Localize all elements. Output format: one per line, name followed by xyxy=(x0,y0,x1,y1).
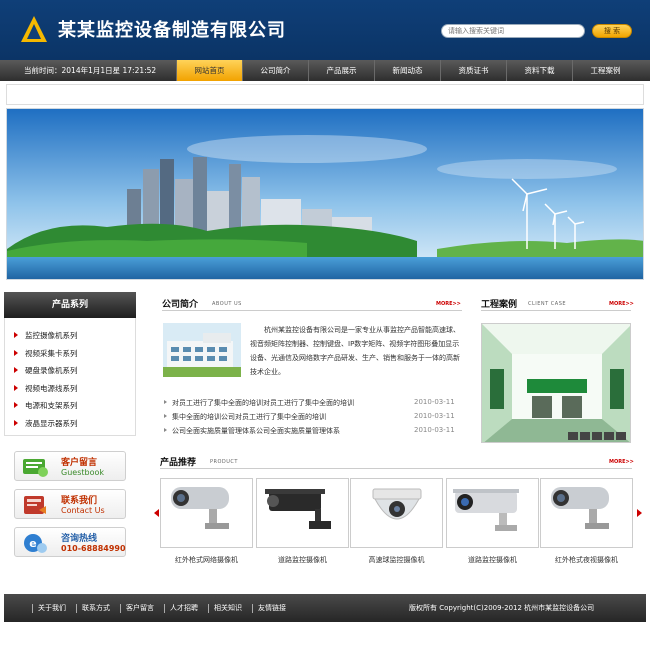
scroll-right-icon[interactable] xyxy=(637,509,642,517)
bullet-camera-icon xyxy=(453,489,519,531)
footer-separator xyxy=(164,604,165,613)
sidebar-item-capture-cards[interactable]: 视频采集卡系列 xyxy=(14,348,78,359)
footer-link-guestbook[interactable]: 客户留言 xyxy=(126,594,154,622)
product-card[interactable] xyxy=(446,478,539,548)
box-camera-icon xyxy=(265,489,331,529)
product-card[interactable] xyxy=(350,478,443,548)
footer-separator xyxy=(252,604,253,613)
about-subtitle: ABOUT US xyxy=(212,301,242,307)
contact-us-subtitle: Contact Us xyxy=(61,506,105,515)
news-item[interactable]: 公司全面实施质量管理体系公司全面实施质量管理体系 xyxy=(164,426,340,436)
about-description: 杭州某监控设备有限公司是一家专业从事监控产品智能高速球、视音频矩阵控制器、控制键… xyxy=(250,326,460,376)
news-date: 2010-03-11 xyxy=(414,412,455,420)
footer-link-about[interactable]: 关于我们 xyxy=(38,594,66,622)
footer: 关于我们 联系方式 客户留言 人才招聘 相关知识 友情链接 版权所有 Copyr… xyxy=(4,594,646,622)
footer-separator xyxy=(120,604,121,613)
product-card[interactable] xyxy=(256,478,349,548)
bullet-icon xyxy=(164,400,167,404)
sub-nav-bar xyxy=(6,84,644,105)
bullet-icon xyxy=(164,428,167,432)
guestbook-subtitle: Guestbook xyxy=(61,468,104,477)
contact-book-icon xyxy=(24,496,46,514)
arrow-icon xyxy=(14,385,18,391)
news-date: 2010-03-11 xyxy=(414,426,455,434)
products-divider xyxy=(160,468,632,469)
bullet-icon xyxy=(164,414,167,418)
header: 某某监控设备制造有限公司 搜 索 xyxy=(0,0,650,60)
company-building-image xyxy=(163,323,241,377)
company-name: 某某监控设备制造有限公司 xyxy=(58,20,286,41)
arrow-icon xyxy=(14,350,18,356)
products-more-link[interactable]: MORE>> xyxy=(609,459,634,465)
search-input[interactable] xyxy=(441,24,585,38)
footer-separator xyxy=(76,604,77,613)
case-image[interactable] xyxy=(481,323,631,443)
footer-link-contact[interactable]: 联系方式 xyxy=(82,594,110,622)
footer-separator xyxy=(32,604,33,613)
sidebar-item-monitors[interactable]: 液晶显示器系列 xyxy=(14,418,78,429)
cases-more-link[interactable]: MORE>> xyxy=(609,301,634,307)
product-label[interactable]: 道路监控摄像机 xyxy=(446,555,539,565)
nav-item-cases[interactable]: 工程案例 xyxy=(572,60,638,81)
nav-item-about[interactable]: 公司简介 xyxy=(242,60,308,81)
news-date: 2010-03-11 xyxy=(414,398,455,406)
contact-us-button[interactable]: 联系我们 Contact Us xyxy=(14,489,126,519)
guestbook-title: 客户留言 xyxy=(61,458,98,468)
support-agent-icon: e xyxy=(24,534,47,553)
nav-item-products[interactable]: 产品展示 xyxy=(308,60,374,81)
search-button[interactable]: 搜 索 xyxy=(592,24,632,38)
dome-camera-icon xyxy=(372,488,422,520)
svg-text:e: e xyxy=(29,537,36,550)
nav-item-downloads[interactable]: 资料下载 xyxy=(506,60,572,81)
product-card[interactable] xyxy=(540,478,633,548)
sidebar-item-cables[interactable]: 视频电源线系列 xyxy=(14,383,78,394)
news-item[interactable]: 对员工进行了集中全面的培训对员工进行了集中全面的培训 xyxy=(164,398,354,408)
about-more-link[interactable]: MORE>> xyxy=(436,301,461,307)
footer-separator xyxy=(208,604,209,613)
bullet-camera-icon xyxy=(171,487,229,529)
contact-us-title: 联系我们 xyxy=(61,496,98,506)
about-title: 公司简介 xyxy=(162,300,199,310)
footer-link-jobs[interactable]: 人才招聘 xyxy=(170,594,198,622)
hotline-title: 咨询热线 xyxy=(61,534,98,544)
footer-link-friends[interactable]: 友情链接 xyxy=(258,594,286,622)
hero-banner xyxy=(6,108,644,280)
footer-link-knowledge[interactable]: 相关知识 xyxy=(214,594,242,622)
cases-title: 工程案例 xyxy=(481,300,518,310)
arrow-icon xyxy=(14,367,18,373)
hotline-button[interactable]: e 咨询热线 010-68884990 xyxy=(14,527,126,557)
sidebar-item-power-brackets[interactable]: 电源和支架系列 xyxy=(14,400,78,411)
nav-item-certificates[interactable]: 资质证书 xyxy=(440,60,506,81)
product-label[interactable]: 高速球监控摄像机 xyxy=(350,555,443,565)
hotline-number: 010-68884990 xyxy=(61,544,126,553)
current-time: 当前时间：2014年1月1日星 17:21:52 xyxy=(24,66,157,75)
guestbook-icon xyxy=(23,459,48,477)
scroll-left-icon[interactable] xyxy=(154,509,159,517)
logo-icon xyxy=(21,16,47,42)
product-category-list: 监控摄像机系列 视频采集卡系列 硬盘录像机系列 视频电源线系列 电源和支架系列 … xyxy=(4,318,136,436)
cases-divider xyxy=(481,310,631,311)
arrow-icon xyxy=(14,420,18,426)
guestbook-button[interactable]: 客户留言 Guestbook xyxy=(14,451,126,481)
cases-subtitle: CLIENT CASE xyxy=(528,301,567,307)
about-divider xyxy=(162,310,462,311)
copyright: 版权所有 Copyright(C)2009-2012 杭州市某监控设备公司 xyxy=(409,604,595,612)
nav-item-news[interactable]: 新闻动态 xyxy=(374,60,440,81)
news-item[interactable]: 集中全面的培训公司对员工进行了集中全面的培训 xyxy=(164,412,326,422)
products-title: 产品推荐 xyxy=(160,458,197,468)
sidebar-title: 产品系列 xyxy=(4,292,136,318)
nav-item-home[interactable]: 网站首页 xyxy=(176,60,242,81)
products-subtitle: PRODUCT xyxy=(210,459,238,465)
product-label[interactable]: 道路监控摄像机 xyxy=(256,555,349,565)
arrow-icon xyxy=(14,402,18,408)
banner-image xyxy=(7,109,643,279)
product-label[interactable]: 红外枪式夜视摄像机 xyxy=(540,555,633,565)
main-nav: 当前时间：2014年1月1日星 17:21:52 网站首页 公司简介 产品展示 … xyxy=(0,60,650,81)
arrow-icon xyxy=(14,332,18,338)
bullet-camera-icon xyxy=(551,487,609,529)
product-card[interactable] xyxy=(160,478,253,548)
product-label[interactable]: 红外枪式网络摄像机 xyxy=(160,555,253,565)
sidebar-item-dvr[interactable]: 硬盘录像机系列 xyxy=(14,365,78,376)
sidebar-item-cameras[interactable]: 监控摄像机系列 xyxy=(14,330,78,341)
